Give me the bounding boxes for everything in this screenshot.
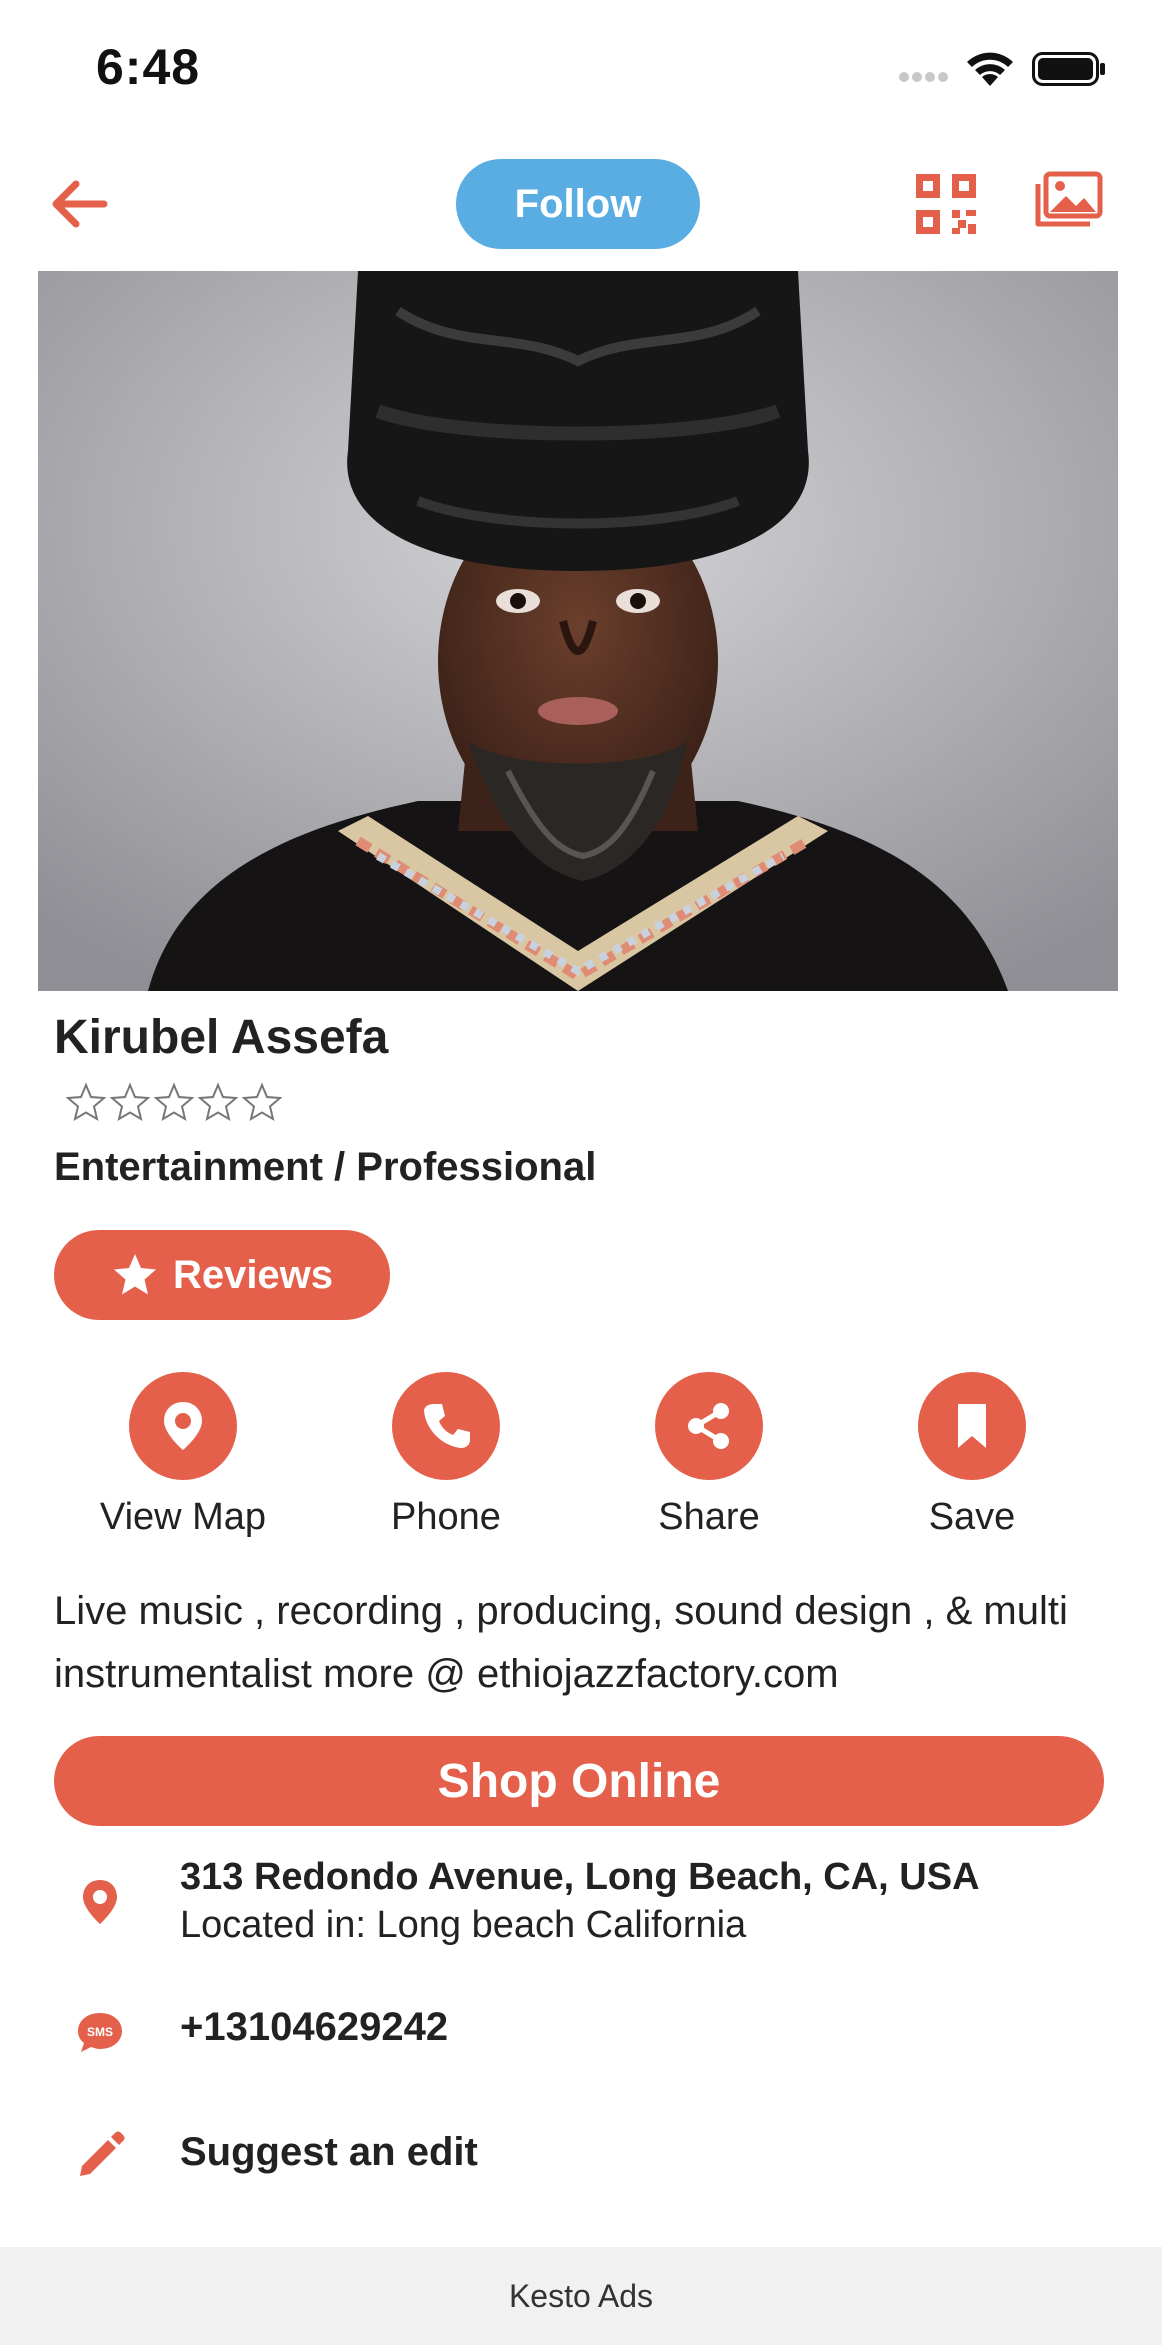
back-arrow-icon[interactable] [46, 174, 110, 234]
profile-photo [38, 271, 1118, 991]
action-bar: View Map Phone Share Save [0, 1372, 1162, 1542]
location-pin-icon [70, 1872, 130, 1932]
bookmark-icon [958, 1404, 986, 1448]
share-button[interactable]: Share [599, 1372, 819, 1539]
phone-label: Phone [391, 1496, 501, 1538]
cellular-signal-icon [899, 72, 948, 82]
top-nav-bar: Follow [0, 150, 1162, 260]
pencil-icon [70, 2126, 130, 2186]
photo-gallery-icon[interactable] [1032, 170, 1104, 234]
address-line: 313 Redondo Avenue, Long Beach, CA, USA [180, 1856, 980, 1898]
share-icon [688, 1403, 729, 1449]
svg-text:SMS: SMS [87, 2025, 113, 2039]
phone-button[interactable]: Phone [336, 1372, 556, 1539]
ads-banner[interactable]: Kesto Ads [0, 2247, 1162, 2345]
address-row[interactable]: 313 Redondo Avenue, Long Beach, CA, USA … [0, 1856, 1162, 1956]
rating-star-icon [66, 1082, 106, 1122]
located-in-line: Located in: Long beach California [180, 1904, 747, 1946]
phone-icon [424, 1404, 470, 1448]
save-button[interactable]: Save [862, 1372, 1082, 1539]
status-bar: 6:48 [0, 0, 1162, 130]
ads-label: Kesto Ads [508, 2277, 654, 2314]
profile-description: Live music , recording , producing, soun… [54, 1589, 1068, 1696]
follow-button[interactable]: Follow [456, 159, 700, 249]
wifi-icon [967, 52, 1013, 86]
map-pin-icon [164, 1402, 202, 1450]
sms-icon: SMS [70, 2001, 130, 2061]
suggest-edit-row[interactable]: Suggest an edit [0, 2130, 1162, 2190]
profile-category: Entertainment / Professional [54, 1145, 597, 1189]
phone-number: +13104629242 [180, 2005, 449, 2049]
reviews-button[interactable]: Reviews [54, 1230, 390, 1320]
rating-star-icon [154, 1082, 194, 1122]
view-map-label: View Map [99, 1496, 267, 1538]
rating-star-icon [110, 1082, 150, 1122]
share-label: Share [658, 1496, 760, 1538]
phone-row[interactable]: SMS +13104629242 [0, 2005, 1162, 2065]
qr-code-icon[interactable] [916, 174, 976, 234]
star-icon [113, 1254, 156, 1295]
status-time: 6:48 [96, 39, 201, 95]
reviews-button-label: Reviews [172, 1252, 334, 1297]
shop-online-button[interactable]: Shop Online [54, 1736, 1104, 1826]
suggest-edit-label: Suggest an edit [180, 2130, 478, 2174]
rating-star-icon [242, 1082, 282, 1122]
battery-icon [1032, 52, 1105, 86]
save-label: Save [928, 1496, 1016, 1538]
profile-name: Kirubel Assefa [54, 1011, 389, 1064]
star-rating[interactable] [66, 1082, 282, 1122]
rating-star-icon [198, 1082, 238, 1122]
view-map-button[interactable]: View Map [73, 1372, 293, 1539]
